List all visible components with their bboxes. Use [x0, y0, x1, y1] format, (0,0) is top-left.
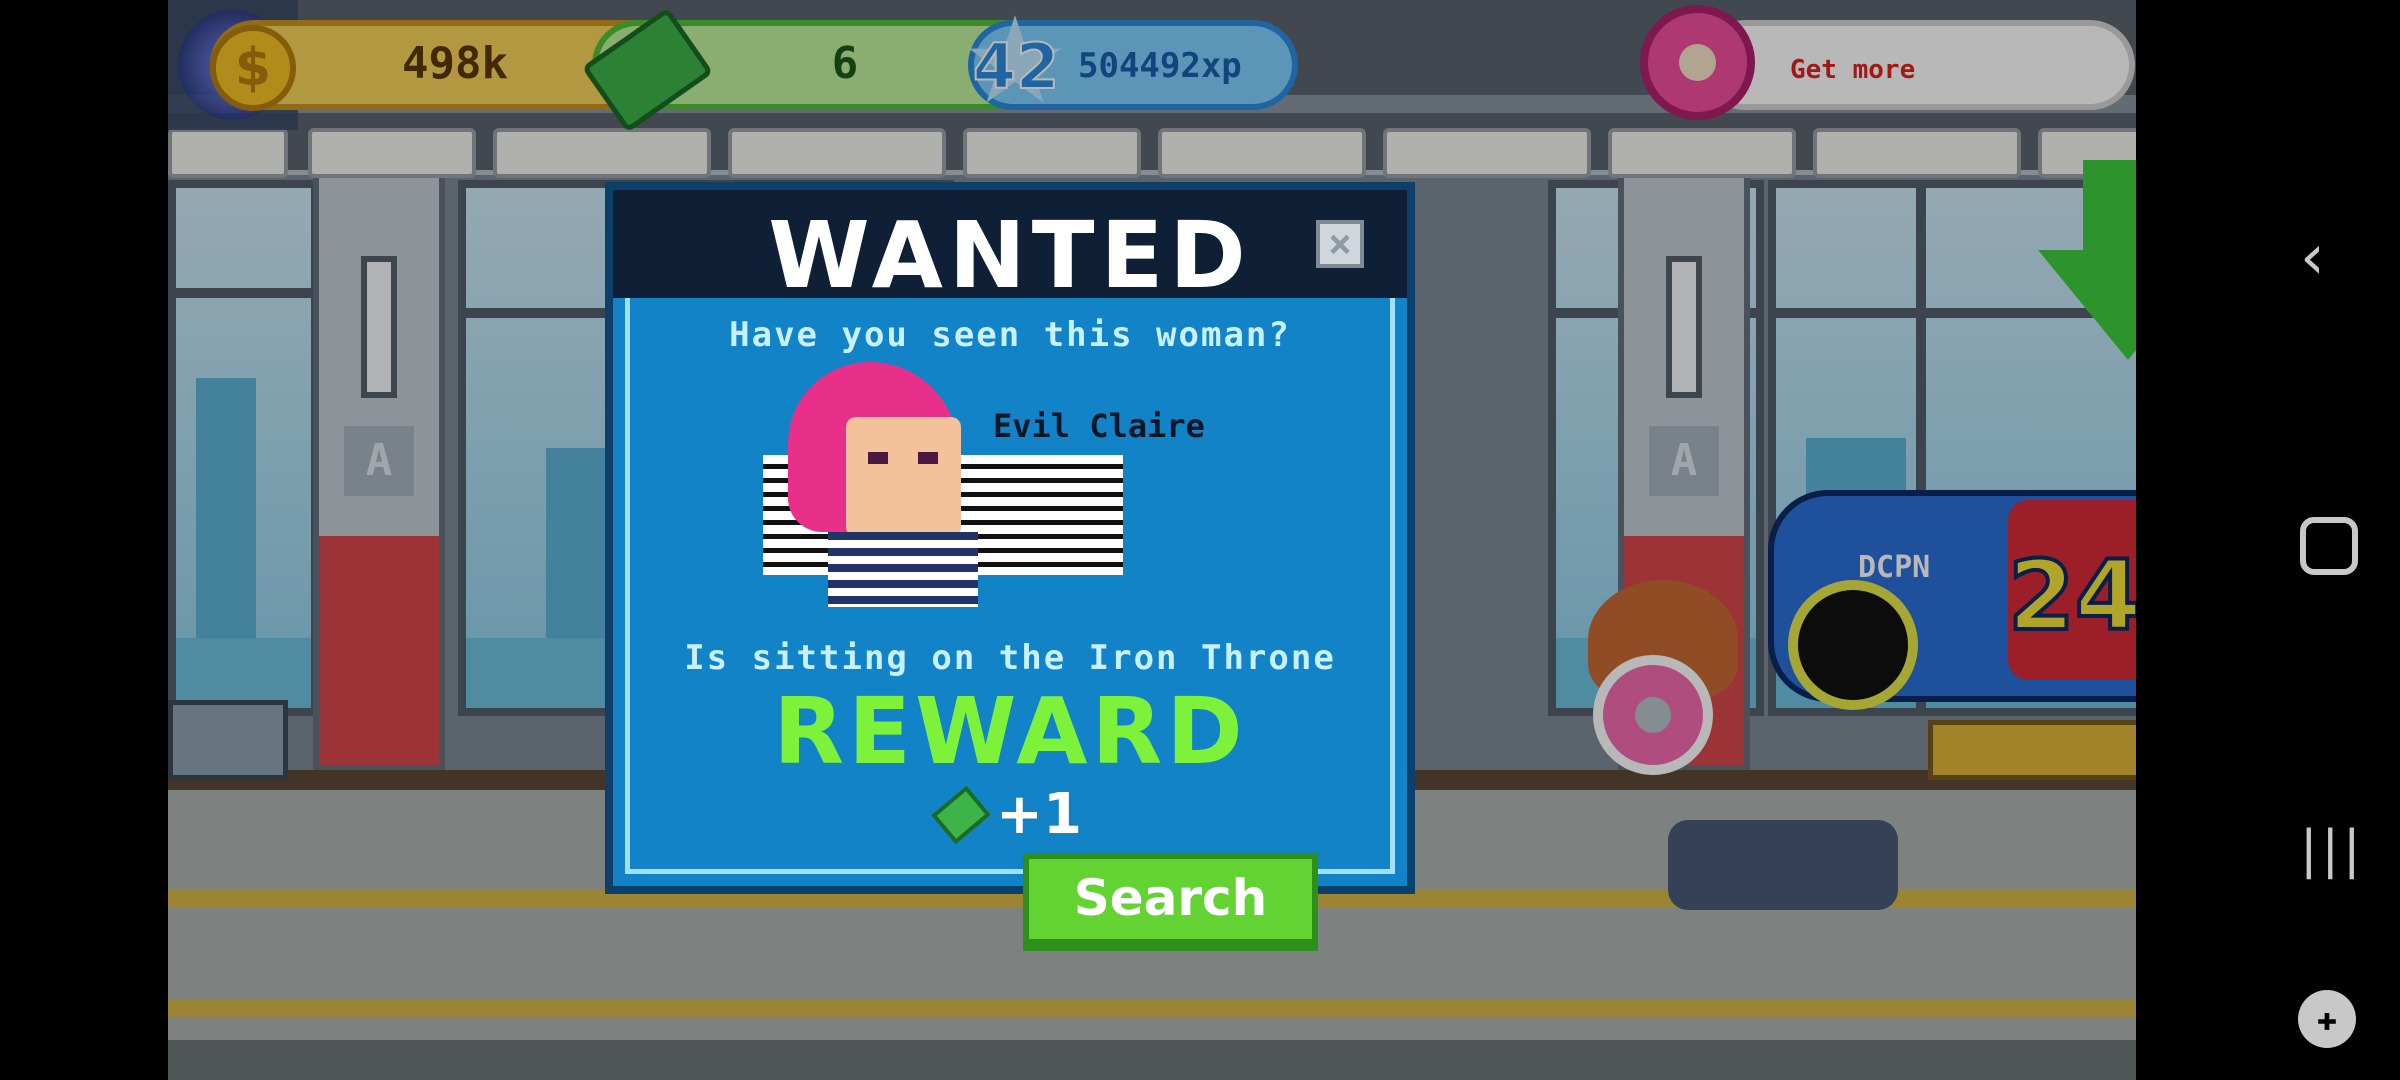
suspect-location: Is sitting on the Iron Throne: [684, 638, 1336, 678]
dialog-title: WANTED: [768, 202, 1252, 309]
recents-icon[interactable]: |||: [2300, 820, 2365, 880]
dialog-header: WANTED ×: [613, 190, 1407, 309]
wanted-dialog: WANTED × Have you seen this woman? Evil …: [605, 182, 1415, 894]
back-icon[interactable]: ‹: [2300, 220, 2325, 293]
reward-amount: +1: [996, 782, 1082, 847]
suspect-name: Evil Claire: [993, 407, 1205, 445]
search-button[interactable]: Search: [1023, 853, 1318, 951]
cash-icon: [931, 785, 991, 844]
home-icon[interactable]: [2300, 517, 2358, 575]
suspect-portrait: [788, 362, 978, 607]
system-nav-bar: [2136, 0, 2400, 1080]
wanted-question: Have you seen this woman?: [729, 315, 1291, 355]
close-icon[interactable]: ×: [1316, 220, 1364, 268]
reward-line: +1: [613, 782, 1407, 847]
gamepad-icon[interactable]: ✚: [2298, 990, 2356, 1048]
reward-title: REWARD: [773, 678, 1247, 785]
search-button-label: Search: [1073, 869, 1268, 927]
